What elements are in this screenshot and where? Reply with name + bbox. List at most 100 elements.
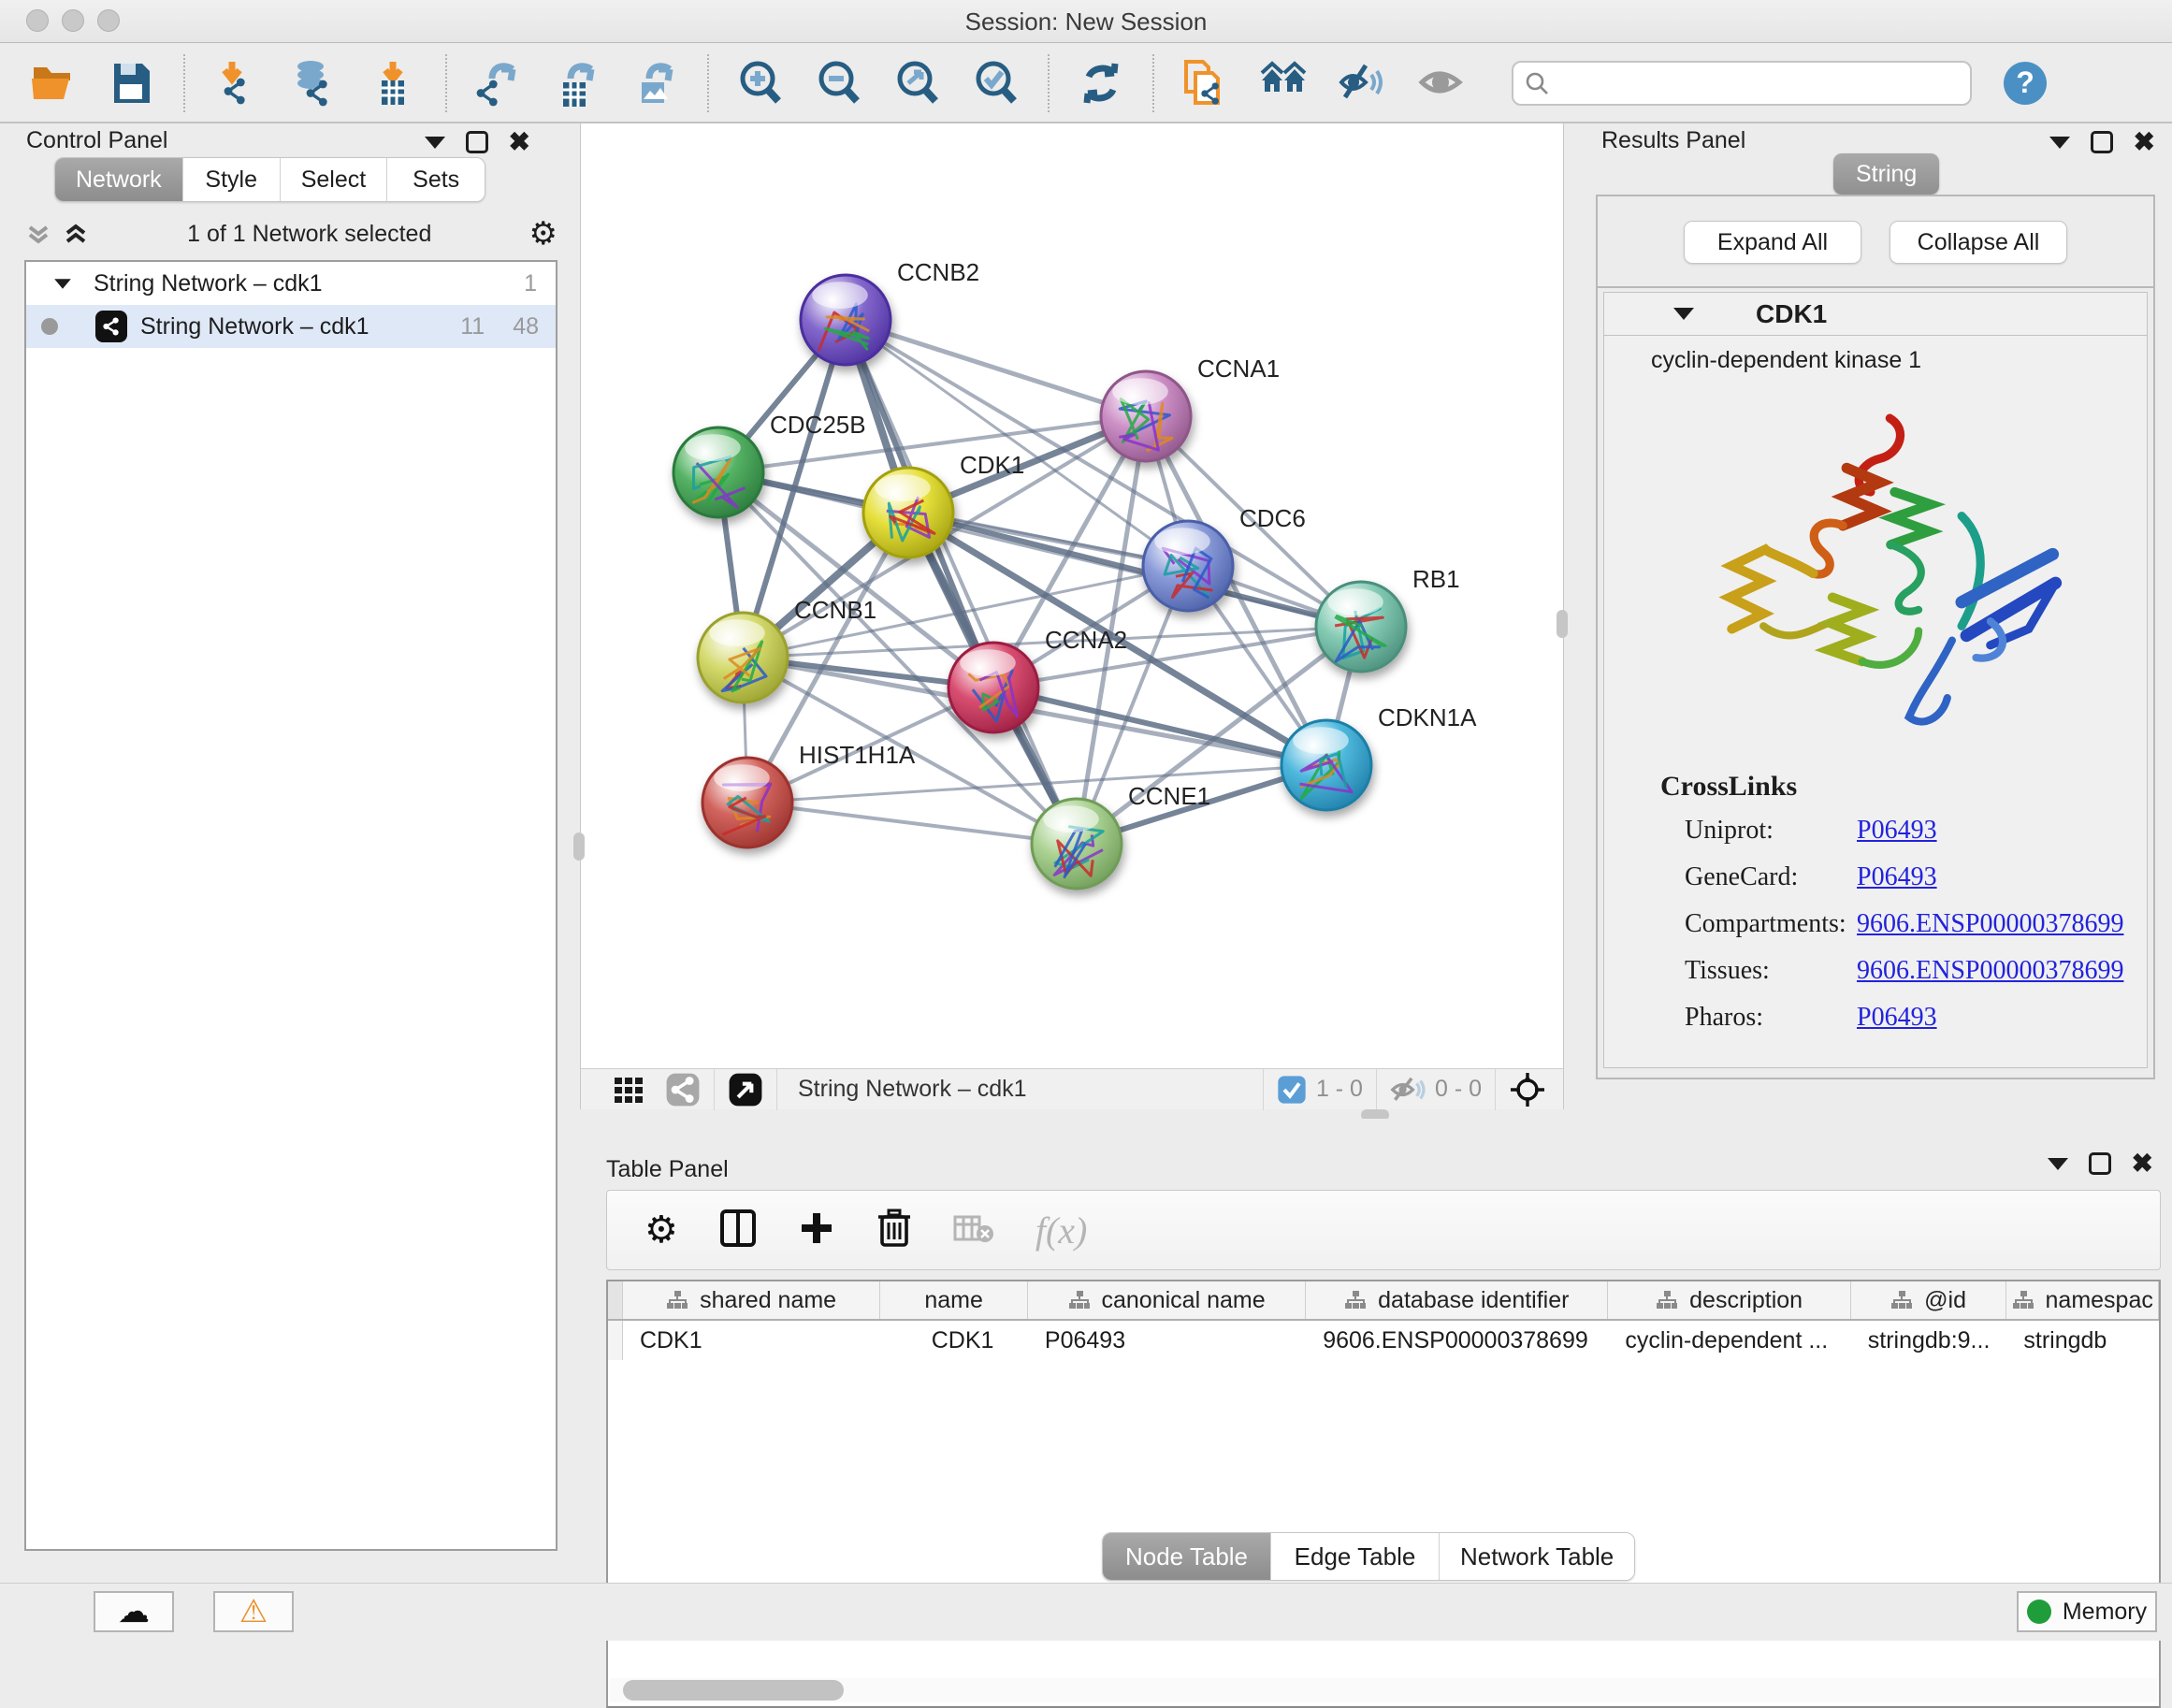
hide-selected-button[interactable] [1336, 56, 1390, 110]
network-node-cdc6[interactable] [1143, 521, 1233, 611]
import-network-file-button[interactable] [210, 56, 264, 110]
genecard-link[interactable]: P06493 [1857, 862, 1937, 892]
search-input[interactable] [1549, 65, 1959, 102]
network-options-gear-icon[interactable]: ⚙ [529, 220, 557, 248]
protein-name: CDK1 [1756, 299, 1827, 329]
uniprot-link[interactable]: P06493 [1857, 816, 1937, 846]
results-panel-menu-icon[interactable] [2049, 137, 2070, 149]
tab-edge-table[interactable]: Edge Table [1271, 1533, 1440, 1580]
network-node-hist1h1a[interactable] [702, 758, 792, 847]
zoom-selected-button[interactable] [969, 56, 1023, 110]
tab-network[interactable]: Network [55, 158, 183, 201]
compartments-link[interactable]: 9606.ENSP00000378699 [1857, 909, 2123, 939]
table-horizontal-scrollbar[interactable] [610, 1678, 2157, 1702]
table-split-view-icon[interactable] [719, 1208, 757, 1253]
edge-count: 48 [513, 313, 539, 340]
network-node-ccnb1[interactable] [698, 613, 788, 702]
help-button[interactable]: ? [2004, 62, 2047, 105]
network-node-rb1[interactable] [1316, 582, 1406, 672]
column-header-canonical-name[interactable]: canonical name [1028, 1281, 1306, 1319]
results-panel-close-icon[interactable]: ✖ [2134, 131, 2155, 153]
show-all-button[interactable] [1414, 56, 1469, 110]
string-style-icon[interactable] [665, 1072, 701, 1107]
save-session-button[interactable] [105, 56, 159, 110]
cell--id[interactable]: stringdb:9... [1851, 1321, 2007, 1360]
collapse-all-icon[interactable] [24, 220, 52, 248]
import-table-file-button[interactable] [367, 56, 421, 110]
left-splitter-handle[interactable] [573, 832, 585, 861]
collapse-all-button[interactable]: Collapse All [1890, 221, 2067, 264]
results-panel-float-icon[interactable] [2091, 131, 2113, 153]
fit-selected-crosshair-icon[interactable] [1509, 1071, 1546, 1108]
cell-shared-name[interactable]: CDK1 [623, 1321, 880, 1360]
node-table-row[interactable]: CDK1CDK1P064939606.ENSP00000378699cyclin… [608, 1321, 2159, 1360]
tab-network-table[interactable]: Network Table [1440, 1533, 1634, 1580]
refresh-button[interactable] [1074, 56, 1128, 110]
cell-namespac[interactable]: stringdb [2006, 1321, 2159, 1360]
network-canvas[interactable]: CCNB2CCNA1CDC25BCDK1CDC6RB1CCNB1CCNA2CDK… [581, 123, 1563, 1068]
network-node-ccnb2[interactable] [801, 275, 891, 365]
tab-select[interactable]: Select [281, 158, 387, 201]
control-panel-float-icon[interactable] [466, 131, 488, 153]
cell-name[interactable]: CDK1 [880, 1321, 1028, 1360]
network-edge[interactable] [993, 688, 1326, 765]
expand-all-icon[interactable] [62, 220, 90, 248]
zoom-in-button[interactable] [733, 56, 788, 110]
network-tree: String Network – cdk1 1 String Network –… [24, 260, 557, 1551]
network-edge[interactable] [747, 803, 1077, 844]
column-header-shared-name[interactable]: shared name [623, 1281, 880, 1319]
cloud-status-button[interactable]: ☁ [94, 1591, 174, 1632]
table-panel-menu-icon[interactable] [2048, 1158, 2068, 1170]
column-header-name[interactable]: name [880, 1281, 1028, 1319]
network-node-ccne1[interactable] [1032, 799, 1122, 889]
tab-node-table[interactable]: Node Table [1103, 1533, 1271, 1580]
protein-collapse-icon[interactable] [1673, 308, 1694, 320]
column-header-database-identifier[interactable]: database identifier [1306, 1281, 1608, 1319]
tab-style[interactable]: Style [183, 158, 281, 201]
copy-network-button[interactable] [1179, 56, 1233, 110]
cell-canonical-name[interactable]: P06493 [1028, 1321, 1306, 1360]
tab-sets[interactable]: Sets [387, 158, 485, 201]
table-panel-float-icon[interactable] [2089, 1152, 2111, 1175]
network-node-ccna2[interactable] [948, 643, 1038, 732]
table-settings-gear-icon[interactable]: ⚙ [644, 1209, 678, 1252]
zoom-fit-button[interactable] [891, 56, 945, 110]
network-node-ccna1[interactable] [1101, 371, 1191, 461]
network-node-cdk1[interactable] [863, 468, 953, 557]
column-header--id[interactable]: @id [1851, 1281, 2007, 1319]
zoom-out-button[interactable] [812, 56, 866, 110]
memory-button[interactable]: Memory [2017, 1591, 2157, 1632]
column-header-description[interactable]: description [1608, 1281, 1850, 1319]
control-panel-close-icon[interactable]: ✖ [509, 131, 530, 153]
network-collection-row[interactable]: String Network – cdk1 1 [26, 262, 556, 305]
import-network-database-button[interactable] [288, 56, 342, 110]
network-node-cdkn1a[interactable] [1281, 720, 1371, 810]
grid-view-icon[interactable] [613, 1074, 644, 1106]
pharos-link[interactable]: P06493 [1857, 1003, 1937, 1033]
warnings-button[interactable]: ⚠ [213, 1591, 294, 1632]
birdseye-view-icon[interactable] [728, 1072, 763, 1107]
first-neighbors-button[interactable] [1257, 56, 1311, 110]
tab-string[interactable]: String [1833, 153, 1939, 195]
right-splitter-handle[interactable] [1557, 610, 1568, 638]
export-table-button[interactable] [550, 56, 604, 110]
network-view[interactable]: CCNB2CCNA1CDC25BCDK1CDC6RB1CCNB1CCNA2CDK… [580, 123, 1564, 1109]
cell-database-identifier[interactable]: 9606.ENSP00000378699 [1306, 1321, 1608, 1360]
open-session-button[interactable] [26, 56, 80, 110]
collection-expand-icon[interactable] [54, 279, 71, 288]
cell-description[interactable]: cyclin-dependent ... [1608, 1321, 1850, 1360]
table-panel-close-icon[interactable]: ✖ [2132, 1152, 2153, 1175]
table-scrollbar-thumb[interactable] [623, 1680, 844, 1701]
protein-section-header[interactable]: CDK1 [1604, 293, 2147, 336]
export-image-button[interactable] [629, 56, 683, 110]
network-node-cdc25b[interactable] [673, 427, 763, 517]
column-header-namespac[interactable]: namespac [2006, 1281, 2159, 1319]
tissues-link[interactable]: 9606.ENSP00000378699 [1857, 956, 2123, 986]
add-column-icon[interactable] [798, 1209, 835, 1252]
expand-all-button[interactable]: Expand All [1684, 221, 1861, 264]
network-row[interactable]: String Network – cdk1 11 48 [26, 305, 556, 348]
delete-column-trash-icon[interactable] [876, 1208, 912, 1253]
network-edge[interactable] [846, 320, 1146, 416]
control-panel-menu-icon[interactable] [425, 137, 445, 149]
export-network-button[interactable] [471, 56, 526, 110]
